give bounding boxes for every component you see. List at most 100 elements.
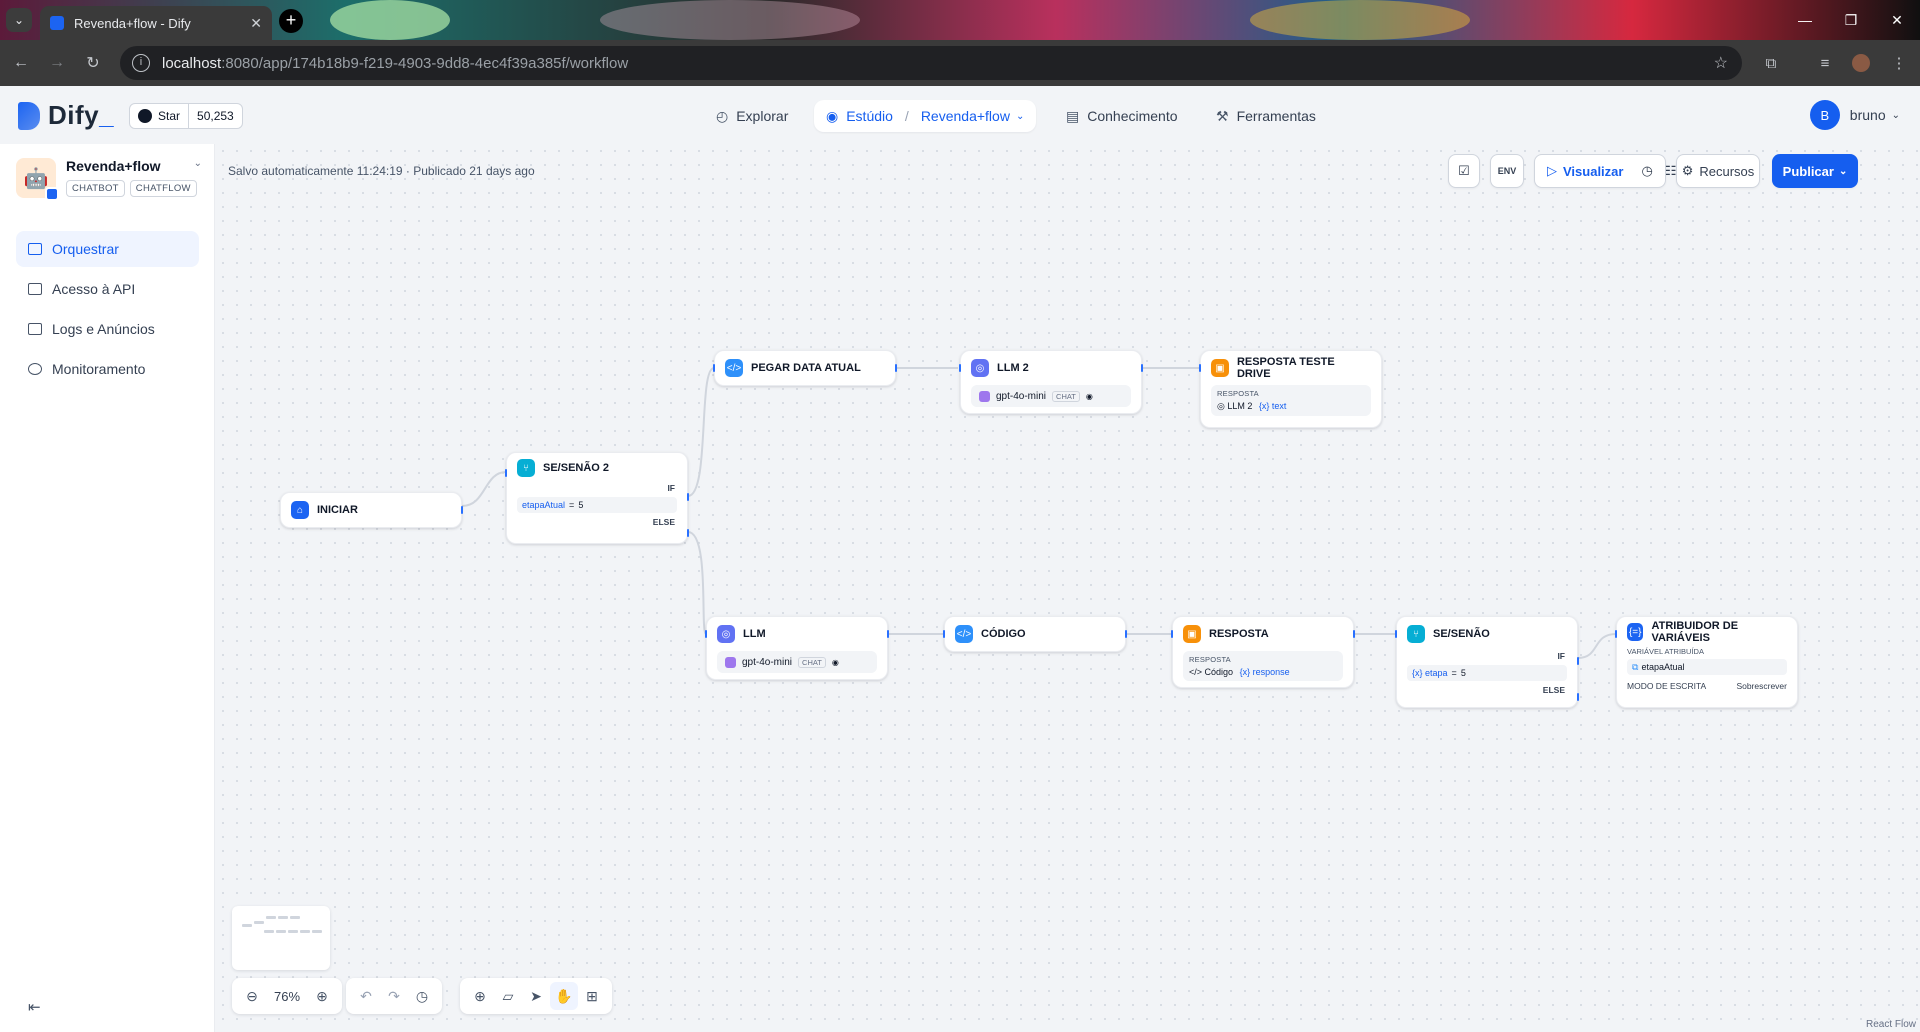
user-menu[interactable]: B bruno ⌄ xyxy=(1809,100,1900,130)
node-llm[interactable]: ◎ LLM gpt-4o-mini CHAT ◉ xyxy=(705,616,889,680)
media-icon[interactable]: ≡ xyxy=(1810,48,1840,78)
target-handle[interactable] xyxy=(705,630,707,638)
extensions-icon[interactable]: ⧉ xyxy=(1756,48,1786,78)
browser-tab[interactable]: Revenda+flow - Dify ✕ xyxy=(40,6,272,40)
target-handle[interactable] xyxy=(1395,630,1397,638)
answer-content: RESPOSTA </> Código {x} response xyxy=(1183,651,1343,681)
write-mode-value: Sobrescrever xyxy=(1736,681,1787,691)
add-node-icon[interactable]: ⊕ xyxy=(466,982,494,1010)
url-path: :8080/app/174b18b9-f219-4903-9dd8-4ec4f3… xyxy=(221,54,629,72)
publish-button[interactable]: Publicar ⌄ xyxy=(1772,154,1858,188)
back-icon[interactable]: ← xyxy=(6,48,36,78)
target-handle[interactable] xyxy=(1199,364,1201,372)
node-variable-assigner[interactable]: {=} ATRIBUIDOR DE VARIÁVEIS VARIÁVEL ATRI… xyxy=(1615,616,1798,708)
tab-close-icon[interactable]: ✕ xyxy=(250,15,262,32)
hammer-icon: ⚒ xyxy=(1216,107,1229,124)
node-answer-drive[interactable]: ▣ RESPOSTA TESTE DRIVE RESPOSTA ◎ LLM 2 {… xyxy=(1199,350,1382,428)
close-window-button[interactable]: ✕ xyxy=(1874,0,1920,40)
restore-button[interactable]: ❐ xyxy=(1828,0,1874,40)
sidebar-item-label: Orquestrar xyxy=(52,241,119,257)
sidebar-item-monitoring[interactable]: Monitoramento xyxy=(16,351,199,387)
if-source-handle[interactable] xyxy=(1577,657,1579,665)
undo-icon[interactable]: ↶ xyxy=(352,982,380,1010)
checklist-icon[interactable]: ☑ xyxy=(1448,154,1480,188)
dify-logo[interactable]: Dify _ xyxy=(18,100,114,131)
forward-icon[interactable]: → xyxy=(42,48,72,78)
nav-knowledge[interactable]: ▤ Conhecimento xyxy=(1054,100,1190,132)
assigned-label: VARIÁVEL ATRIBUÍDA xyxy=(1627,647,1704,656)
write-mode-row: MODO DE ESCRITA Sobrescrever xyxy=(1627,681,1787,691)
source-handle[interactable] xyxy=(1141,364,1143,372)
target-handle[interactable] xyxy=(1171,630,1173,638)
target-handle[interactable] xyxy=(1615,630,1617,638)
bookmark-star-icon[interactable]: ☆ xyxy=(1714,53,1728,73)
history-icon[interactable]: ◷ xyxy=(1641,163,1652,179)
vision-icon: ◉ xyxy=(831,657,839,667)
sidebar-item-label: Acesso à API xyxy=(52,281,136,297)
hand-icon[interactable]: ✋ xyxy=(550,982,578,1010)
else-source-handle[interactable] xyxy=(687,529,689,537)
nav-tools[interactable]: ⚒ Ferramentas xyxy=(1204,100,1328,132)
node-llm-2[interactable]: ◎ LLM 2 gpt-4o-mini CHAT ◉ xyxy=(959,350,1143,414)
node-get-date[interactable]: </> PEGAR DATA ATUAL xyxy=(713,350,897,386)
app-info[interactable]: 🤖 Revenda+flow ⌄ CHATBOT CHATFLOW xyxy=(16,158,202,201)
target-handle[interactable] xyxy=(713,364,715,372)
chevron-down-icon[interactable]: ⌄ xyxy=(1016,111,1024,122)
node-start[interactable]: ⌂ INICIAR xyxy=(280,492,463,528)
target-handle[interactable] xyxy=(959,364,961,372)
if-source-handle[interactable] xyxy=(687,493,689,501)
env-button[interactable]: ENV xyxy=(1490,154,1524,188)
sidebar-item-orchestrate[interactable]: Orquestrar xyxy=(16,231,199,267)
node-code[interactable]: </> CÓDIGO xyxy=(943,616,1127,652)
minimize-button[interactable]: — xyxy=(1782,0,1828,40)
edge-ifelse2-llm xyxy=(687,531,707,635)
target-handle[interactable] xyxy=(943,630,945,638)
profile-icon[interactable] xyxy=(1846,48,1876,78)
zoom-level[interactable]: 76% xyxy=(266,989,308,1004)
features-button[interactable]: ⚙ Recursos xyxy=(1676,154,1760,188)
list-icon[interactable]: ☷ xyxy=(1665,163,1677,179)
version-history-icon[interactable]: ◷ xyxy=(408,982,436,1010)
answer-variable: {x} text xyxy=(1258,401,1287,411)
chevron-down-icon[interactable]: ⌄ xyxy=(194,158,202,174)
zoom-out-icon[interactable]: ⊖ xyxy=(238,982,266,1010)
source-handle[interactable] xyxy=(1125,630,1127,638)
source-handle[interactable] xyxy=(1353,630,1355,638)
address-bar[interactable]: i localhost:8080/app/174b18b9-f219-4903-… xyxy=(120,46,1742,80)
collapse-sidebar-icon[interactable]: ⇤ xyxy=(28,998,41,1016)
pointer-icon[interactable]: ➤ xyxy=(522,982,550,1010)
minimap-node xyxy=(242,924,252,927)
add-note-icon[interactable]: ▱ xyxy=(494,982,522,1010)
node-answer[interactable]: ▣ RESPOSTA RESPOSTA </> Código {x} respon… xyxy=(1171,616,1355,688)
new-tab-button[interactable]: + xyxy=(279,9,303,33)
nav-studio[interactable]: ◉ Estúdio / Revenda+flow ⌄ xyxy=(814,100,1037,132)
node-ifelse[interactable]: ⑂ SE/SENÃO IF {x} etapa = 5 ELSE xyxy=(1395,616,1579,708)
nav-current-app[interactable]: Revenda+flow xyxy=(921,108,1010,124)
answer-variable: {x} response xyxy=(1239,667,1290,677)
tab-search-button[interactable]: ⌄ xyxy=(6,8,32,32)
node-ifelse-2[interactable]: ⑂ SE/SENÃO 2 IF etapaAtual = 5 ELSE xyxy=(505,452,689,544)
minimap-node xyxy=(300,930,310,933)
else-source-handle[interactable] xyxy=(1577,693,1579,701)
redo-icon[interactable]: ↷ xyxy=(380,982,408,1010)
workflow-canvas[interactable]: Salvo automaticamente 11:24:19 · Publica… xyxy=(216,144,1920,1032)
source-handle[interactable] xyxy=(887,630,889,638)
site-info-icon[interactable]: i xyxy=(132,54,150,72)
nav-explore[interactable]: ◴ Explorar xyxy=(704,100,800,132)
compass-icon: ◴ xyxy=(716,107,729,124)
preview-button[interactable]: ▷ Visualizar ◷ ☷ xyxy=(1534,154,1676,188)
zoom-in-icon[interactable]: ⊕ xyxy=(308,982,336,1010)
reload-icon[interactable]: ↻ xyxy=(78,48,108,78)
sidebar-item-api[interactable]: Acesso à API xyxy=(16,271,199,307)
source-handle[interactable] xyxy=(895,364,897,372)
source-handle[interactable] xyxy=(461,506,463,514)
sidebar-item-logs[interactable]: Logs e Anúncios xyxy=(16,311,199,347)
minimap[interactable] xyxy=(232,906,330,970)
browser-menu-icon[interactable]: ⋮ xyxy=(1884,48,1914,78)
target-handle[interactable] xyxy=(505,469,507,477)
organize-icon[interactable]: ⊞ xyxy=(578,982,606,1010)
github-star-button[interactable]: Star 50,253 xyxy=(129,103,243,129)
history-controls: ↶ ↷ ◷ xyxy=(346,978,442,1014)
vision-icon: ◉ xyxy=(1085,391,1093,401)
react-flow-attribution[interactable]: React Flow xyxy=(1866,1019,1916,1030)
